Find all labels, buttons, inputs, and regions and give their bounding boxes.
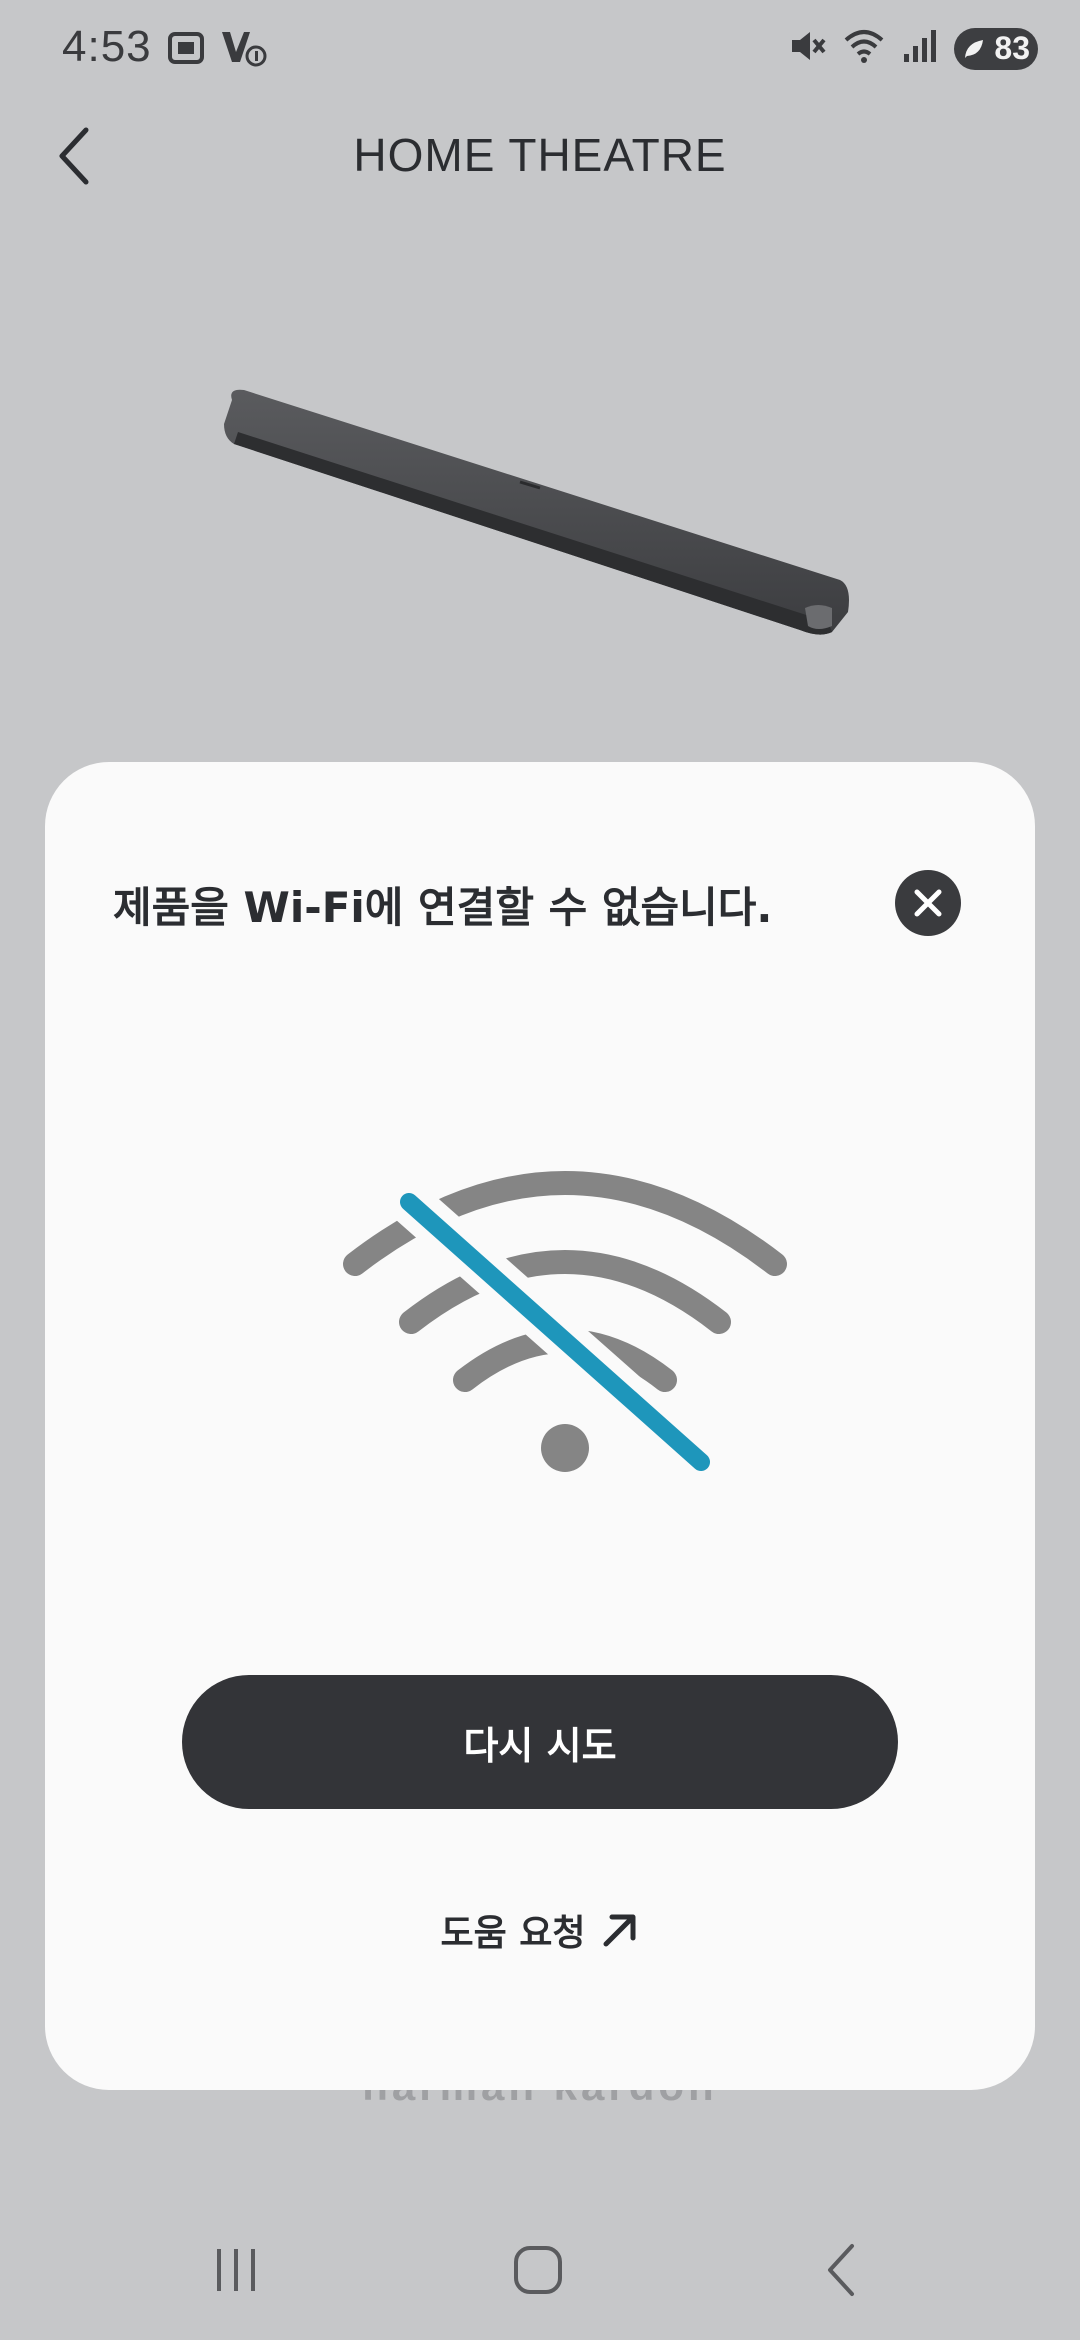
status-time: 4:53 <box>62 22 152 71</box>
nav-back-button[interactable] <box>782 2220 902 2320</box>
dialog-title: 제품을 Wi-Fi에 연결할 수 없습니다. <box>113 883 773 932</box>
status-bar: 4:53 83 <box>0 0 1080 100</box>
back-icon <box>828 2244 854 2296</box>
home-button[interactable] <box>478 2220 598 2320</box>
wifi-icon <box>842 26 886 71</box>
battery-level: 83 <box>994 30 1030 66</box>
page-title: HOME THEATRE <box>353 129 727 181</box>
system-nav-bar <box>0 2220 1080 2320</box>
status-left-icons <box>166 28 268 75</box>
eco-leaf-icon <box>965 39 983 58</box>
soundbar-image <box>224 389 849 635</box>
wifi-off-icon <box>343 1171 787 1492</box>
retry-button[interactable]: 다시 시도 <box>182 1675 898 1809</box>
help-request-link[interactable]: 도움 요청 <box>45 1904 1035 1956</box>
recent-apps-icon <box>217 2249 255 2291</box>
arrow-up-right-icon <box>603 1914 635 1947</box>
battery-icon: 83 <box>954 27 1038 70</box>
error-dialog: 제품을 Wi-Fi에 연결할 수 없습니다. 다시 시도 도움 요청 <box>45 762 1035 2090</box>
mute-icon <box>786 26 826 71</box>
volte-icon <box>220 28 268 75</box>
signal-icon <box>902 26 938 71</box>
close-button[interactable] <box>895 870 961 936</box>
close-icon <box>914 889 942 917</box>
screenshot-icon <box>166 28 206 75</box>
home-icon <box>514 2246 562 2294</box>
help-request-label: 도움 요청 <box>440 1913 586 1954</box>
status-right-icons: 83 <box>786 26 1038 71</box>
recent-apps-button[interactable] <box>176 2220 296 2320</box>
